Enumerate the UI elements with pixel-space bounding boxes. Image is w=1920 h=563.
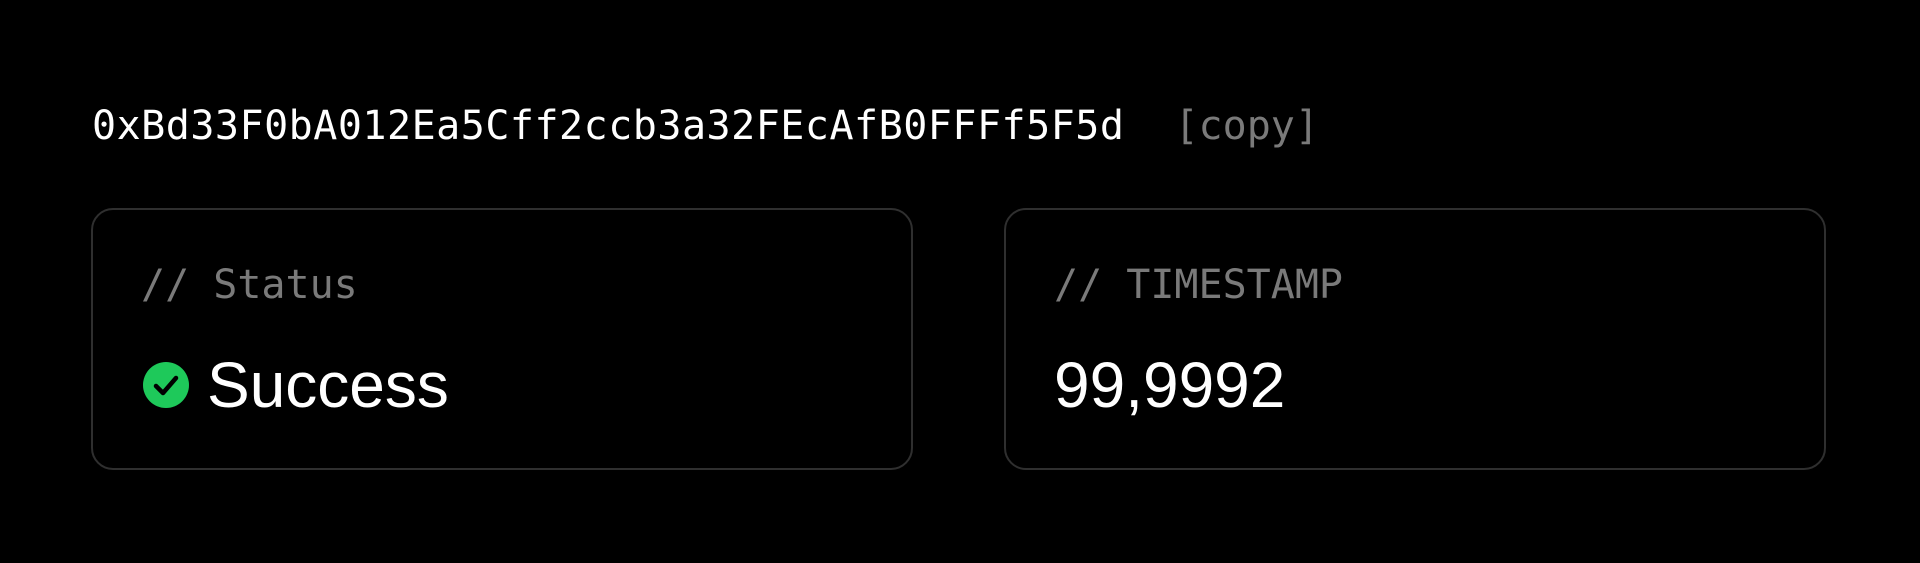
wallet-address: 0xBd33F0bA012Ea5Cff2ccb3a32FEcAfB0FFFf5F… (92, 103, 1125, 149)
status-value: Success (207, 349, 449, 421)
timestamp-label: // TIMESTAMP (1054, 262, 1343, 308)
timestamp-value-row: 99,9992 (1054, 349, 1286, 421)
status-label: // Status (141, 262, 358, 308)
check-circle-icon (143, 362, 189, 408)
status-card: // Status Success (91, 208, 913, 470)
timestamp-card: // TIMESTAMP 99,9992 (1004, 208, 1826, 470)
status-value-row: Success (143, 349, 449, 421)
address-row: 0xBd33F0bA012Ea5Cff2ccb3a32FEcAfB0FFFf5F… (92, 96, 1319, 156)
copy-address-button[interactable]: [copy] (1174, 103, 1319, 149)
timestamp-value: 99,9992 (1054, 349, 1286, 421)
